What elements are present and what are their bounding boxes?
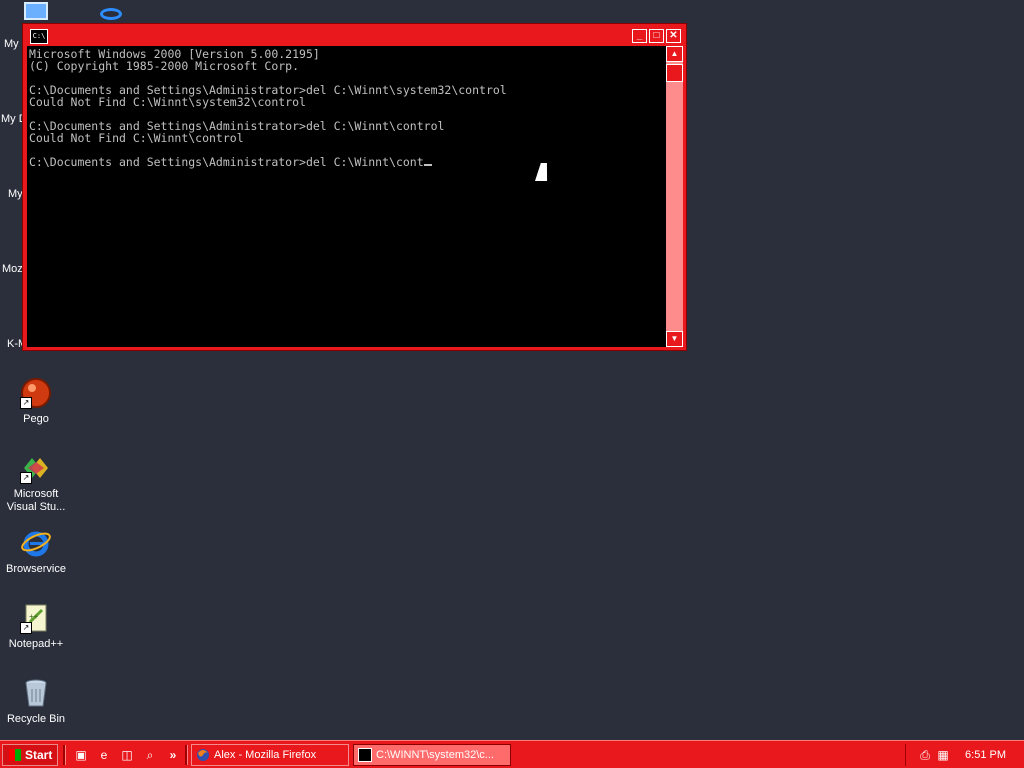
- console-line: Could Not Find C:\Winnt\system32\control: [29, 95, 306, 109]
- notepad-plus-plus-icon: ++ ↗: [20, 602, 52, 634]
- text-caret: [423, 164, 432, 166]
- console-window[interactable]: C:\ _ □ ✕ Microsoft Windows 2000 [Versio…: [22, 23, 687, 351]
- visual-studio-icon: ↗: [20, 452, 52, 484]
- internet-explorer-icon[interactable]: e: [95, 746, 113, 764]
- start-button[interactable]: Start: [2, 744, 58, 766]
- windows-flag-icon: [9, 749, 21, 761]
- internet-explorer-icon: [20, 527, 52, 559]
- firefox-icon: [197, 749, 209, 761]
- desktop-icon-my-computer[interactable]: [24, 2, 48, 20]
- taskbar-item-firefox[interactable]: Alex - Mozilla Firefox: [191, 744, 349, 766]
- tray-app-icon[interactable]: ▦: [934, 746, 952, 764]
- console-output-text: Microsoft Windows 2000 [Version 5.00.219…: [27, 46, 667, 168]
- network-icon[interactable]: ◫: [118, 746, 136, 764]
- desktop-icon-recycle-bin[interactable]: Recycle Bin: [0, 677, 72, 726]
- close-button[interactable]: ✕: [666, 29, 681, 43]
- desktop-icon-visual-studio[interactable]: ↗ Microsoft Visual Stu...: [0, 452, 72, 514]
- scroll-up-arrow-icon[interactable]: ▲: [666, 46, 683, 62]
- quick-launch-overflow-button[interactable]: »: [164, 746, 182, 764]
- desktop-icon-label: Pego: [23, 413, 49, 425]
- console-output-area[interactable]: Microsoft Windows 2000 [Version 5.00.219…: [27, 46, 667, 347]
- taskbar-item-console[interactable]: C:\WINNT\system32\c...: [353, 744, 511, 766]
- desktop-icon-network[interactable]: [100, 8, 122, 20]
- recycle-bin-icon: [20, 677, 52, 709]
- pego-icon: ↗: [20, 377, 52, 409]
- console-system-menu-icon[interactable]: C:\: [30, 29, 48, 44]
- start-button-label: Start: [25, 748, 53, 762]
- taskbar-separator: [185, 745, 188, 765]
- desktop-label-partial[interactable]: Moz: [2, 263, 23, 275]
- minimize-button[interactable]: _: [632, 29, 647, 43]
- tray-printer-icon[interactable]: ⎙: [916, 746, 934, 764]
- system-tray: ⎙ ▦ 6:51 PM: [905, 744, 1024, 766]
- search-icon[interactable]: ⌕: [141, 746, 159, 764]
- desktop-label-partial[interactable]: My: [4, 38, 19, 50]
- console-icon: [358, 748, 372, 762]
- console-current-input[interactable]: C:\Documents and Settings\Administrator>…: [29, 155, 424, 169]
- desktop-icon-browservice[interactable]: Browservice: [0, 527, 72, 576]
- taskbar: Start ▣ e ◫ ⌕ » Alex - Mozilla Firefox C…: [0, 740, 1024, 768]
- desktop-icon-label: Microsoft Visual Stu...: [6, 488, 66, 513]
- taskbar-item-label: C:\WINNT\system32\c...: [376, 749, 494, 761]
- taskbar-item-label: Alex - Mozilla Firefox: [214, 749, 317, 761]
- show-desktop-icon[interactable]: ▣: [72, 746, 90, 764]
- desktop-icon-label: Browservice: [6, 563, 66, 575]
- scroll-down-arrow-icon[interactable]: ▼: [666, 331, 683, 347]
- desktop-icon-label: Recycle Bin: [6, 713, 66, 725]
- console-titlebar[interactable]: C:\ _ □ ✕: [26, 27, 683, 45]
- desktop-icon-label: Notepad++: [8, 638, 64, 650]
- console-line: (C) Copyright 1985-2000 Microsoft Corp.: [29, 59, 300, 73]
- taskbar-separator: [63, 745, 66, 765]
- scrollbar-thumb[interactable]: [666, 64, 683, 82]
- clock[interactable]: 6:51 PM: [965, 744, 1006, 766]
- desktop-label-partial[interactable]: My: [8, 188, 23, 200]
- desktop-icon-notepad-plus-plus[interactable]: ++ ↗ Notepad++: [0, 602, 72, 651]
- desktop-icon-pego[interactable]: ↗ Pego: [0, 377, 72, 426]
- console-line: Could Not Find C:\Winnt\control: [29, 131, 244, 145]
- svg-text:++: ++: [29, 612, 39, 621]
- maximize-button[interactable]: □: [649, 29, 664, 43]
- vertical-scrollbar[interactable]: ▲ ▼: [666, 46, 683, 347]
